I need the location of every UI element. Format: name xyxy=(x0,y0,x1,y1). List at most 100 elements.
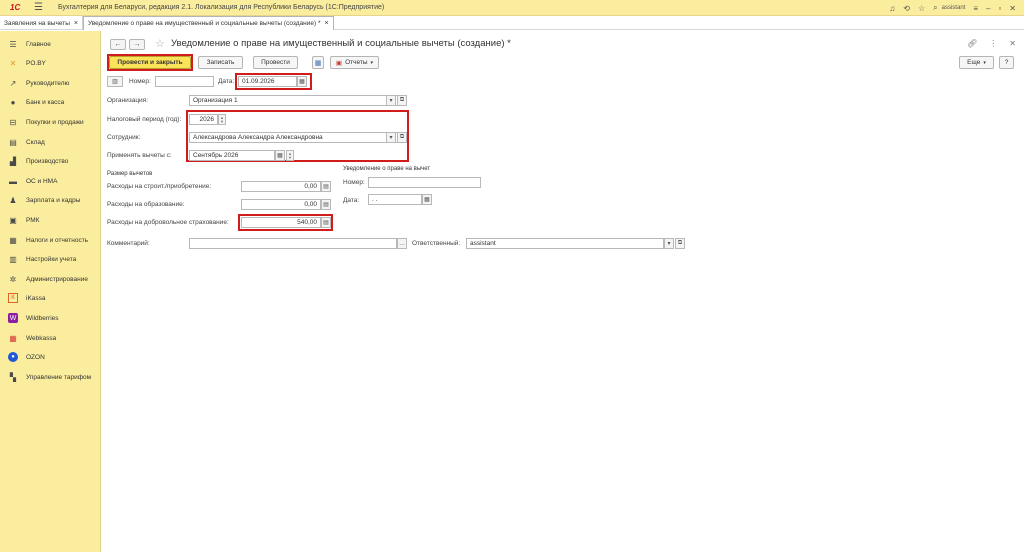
calendar-icon[interactable]: ▦ xyxy=(297,76,307,87)
app-title: Бухгалтерия для Беларуси, редакция 2.1. … xyxy=(58,4,385,11)
more-dots-icon[interactable]: ⋮ xyxy=(989,39,997,48)
back-arrow-icon[interactable]: ← xyxy=(110,39,126,50)
save-button[interactable]: Записать xyxy=(198,56,243,69)
apply-from-stepper[interactable]: ▲ ▼ xyxy=(286,150,294,161)
sidebar-item-label: Склад xyxy=(26,138,45,146)
insurance-field[interactable]: 540,00 xyxy=(241,217,321,228)
tab-deduction-notice[interactable]: Уведомление о праве на имущественный и с… xyxy=(82,16,334,30)
sidebar-item-label: iKassa xyxy=(26,294,46,302)
tab-deduction-applications[interactable]: Заявления на вычеты × xyxy=(0,16,83,30)
calendar-icon[interactable]: ▦ xyxy=(422,194,432,205)
sidebar-item-ozon[interactable]: ● OZON xyxy=(0,349,101,365)
education-field[interactable]: 0,00 xyxy=(241,199,321,210)
history-icon[interactable]: ⟲ xyxy=(903,4,910,13)
tab-label: Уведомление о праве на имущественный и с… xyxy=(87,20,321,27)
favorite-star-icon[interactable]: ☆ xyxy=(155,37,165,50)
notice-date-label: Дата: xyxy=(343,197,360,204)
employee-select[interactable]: Александрова Александра Александровна xyxy=(189,132,398,143)
link-icon[interactable]: 🔗︎ xyxy=(967,39,977,48)
sidebar-item-label: ОС и НМА xyxy=(26,177,58,185)
organization-select[interactable]: Организация 1 xyxy=(189,95,398,106)
accounting-settings-icon: ▥ xyxy=(9,254,17,264)
close-tab-icon[interactable]: × xyxy=(74,20,78,27)
sidebar-item-ikassa[interactable]: К iKassa xyxy=(0,290,101,306)
help-button[interactable]: ? xyxy=(999,56,1014,69)
construction-field[interactable]: 0,00 xyxy=(241,181,321,192)
user-name[interactable]: assistant xyxy=(942,5,966,11)
notice-number-field[interactable] xyxy=(368,177,481,188)
document-structure-icon[interactable]: ▦ xyxy=(312,56,324,69)
person-icon: ♟ xyxy=(9,195,17,205)
close-form-icon[interactable]: ✕ xyxy=(1009,39,1016,48)
number-settings-icon[interactable]: ▥ xyxy=(107,76,123,87)
sidebar-item-poby[interactable]: ✕ PO.BY xyxy=(0,55,101,71)
more-button[interactable]: Еще ▾ xyxy=(959,56,994,69)
date-field[interactable]: 01.09.2026 xyxy=(238,76,297,87)
tab-bar: Заявления на вычеты × Уведомление о прав… xyxy=(0,16,1024,30)
sidebar-item-administration[interactable]: ✲ Администрирование xyxy=(0,271,101,287)
star-icon[interactable]: ☆ xyxy=(918,4,925,13)
sidebar-item-rmk[interactable]: ▣ РМК xyxy=(0,212,101,228)
ellipsis-icon[interactable]: … xyxy=(397,238,407,249)
factory-icon: ▟ xyxy=(9,156,17,166)
sidebar-item-sales[interactable]: ⊟ Покупки и продажи xyxy=(0,114,101,130)
form-area: ← → ☆ Уведомление о праве на имущественн… xyxy=(101,31,1024,552)
minimize-icon[interactable]: – xyxy=(986,4,990,13)
close-icon[interactable]: ✕ xyxy=(1009,4,1016,13)
sidebar-item-production[interactable]: ▟ Производство xyxy=(0,153,101,169)
responsible-label: Ответственный: xyxy=(412,240,461,247)
title-bar: 1С ☰ Бухгалтерия для Беларуси, редакция … xyxy=(0,0,1024,16)
form-window-tools: 🔗︎ ⋮ ✕ xyxy=(967,39,1016,48)
close-tab-icon[interactable]: × xyxy=(325,20,329,27)
deductions-header: Размер вычетов xyxy=(107,171,153,177)
comment-field[interactable] xyxy=(189,238,397,249)
notice-number-label: Номер: xyxy=(343,179,365,186)
open-link-icon[interactable]: ⧉ xyxy=(675,238,685,249)
responsible-select[interactable]: assistant xyxy=(466,238,664,249)
calendar-icon[interactable]: ▦ xyxy=(275,150,285,161)
sidebar-item-main[interactable]: ☰ Главное xyxy=(0,36,101,52)
tax-period-field[interactable]: 2026 xyxy=(189,114,218,125)
post-button[interactable]: Провести xyxy=(253,56,298,69)
maximize-icon[interactable]: ▫ xyxy=(998,4,1001,13)
reports-button[interactable]: ▣ Отчеты ▾ xyxy=(330,56,379,69)
calculator-icon[interactable]: ▤ xyxy=(321,217,331,228)
calculator-icon[interactable]: ▤ xyxy=(321,199,331,210)
forward-arrow-icon[interactable]: → xyxy=(129,39,145,50)
sidebar-item-tariff[interactable]: ▚ Управление тарифом xyxy=(0,369,101,385)
sidebar-item-manager[interactable]: ↗ Руководителю xyxy=(0,75,101,91)
sidebar-item-label: РМК xyxy=(26,216,40,224)
sidebar-item-taxes[interactable]: ▦ Налоги и отчетность xyxy=(0,232,101,248)
sidebar-item-accounting-settings[interactable]: ▥ Настройки учета xyxy=(0,251,101,267)
title-bar-tools: ♫ ⟲ ☆ ⌕ assistant ≡ – ▫ ✕ xyxy=(889,0,1016,16)
sidebar-item-label: Производство xyxy=(26,157,69,165)
sidebar-item-label: Управление тарифом xyxy=(26,373,92,381)
insurance-label: Расходы на добровольное страхование: xyxy=(107,219,229,226)
chevron-down-icon[interactable]: ▾ xyxy=(664,238,674,249)
bell-icon[interactable]: ♫ xyxy=(889,4,895,13)
sidebar-item-fixed-assets[interactable]: ▬ ОС и НМА xyxy=(0,173,101,189)
sidebar-item-warehouse[interactable]: ▤ Склад xyxy=(0,134,101,150)
search-icon[interactable]: ⌕ xyxy=(933,3,937,13)
chevron-down-icon[interactable]: ▾ xyxy=(386,132,396,143)
number-field[interactable] xyxy=(155,76,214,87)
main-menu-icon[interactable]: ☰ xyxy=(34,2,48,13)
settings-icon[interactable]: ≡ xyxy=(973,4,978,13)
tax-period-stepper[interactable]: ▲ ▼ xyxy=(218,114,226,125)
sidebar-item-wildberries[interactable]: W Wildberries xyxy=(0,310,101,326)
sidebar-item-payroll[interactable]: ♟ Зарплата и кадры xyxy=(0,192,101,208)
sidebar-item-bank[interactable]: ● Банк и касса xyxy=(0,94,101,110)
post-and-close-button[interactable]: Провести и закрыть xyxy=(109,56,191,69)
chevron-down-icon[interactable]: ▾ xyxy=(386,95,396,106)
open-link-icon[interactable]: ⧉ xyxy=(397,132,407,143)
sidebar-item-label: Налоги и отчетность xyxy=(26,236,89,244)
sidebar-item-label: Webkassa xyxy=(26,334,57,342)
taxes-icon: ▦ xyxy=(9,235,17,245)
open-link-icon[interactable]: ⧉ xyxy=(397,95,407,106)
organization-label: Организация: xyxy=(107,97,149,104)
sidebar-item-label: OZON xyxy=(26,353,45,361)
notice-date-field[interactable]: . . xyxy=(368,194,422,205)
apply-from-field[interactable]: Сентябрь 2026 xyxy=(189,150,275,161)
calculator-icon[interactable]: ▤ xyxy=(321,181,331,192)
sidebar-item-webkassa[interactable]: ▦ Webkassa xyxy=(0,330,101,346)
